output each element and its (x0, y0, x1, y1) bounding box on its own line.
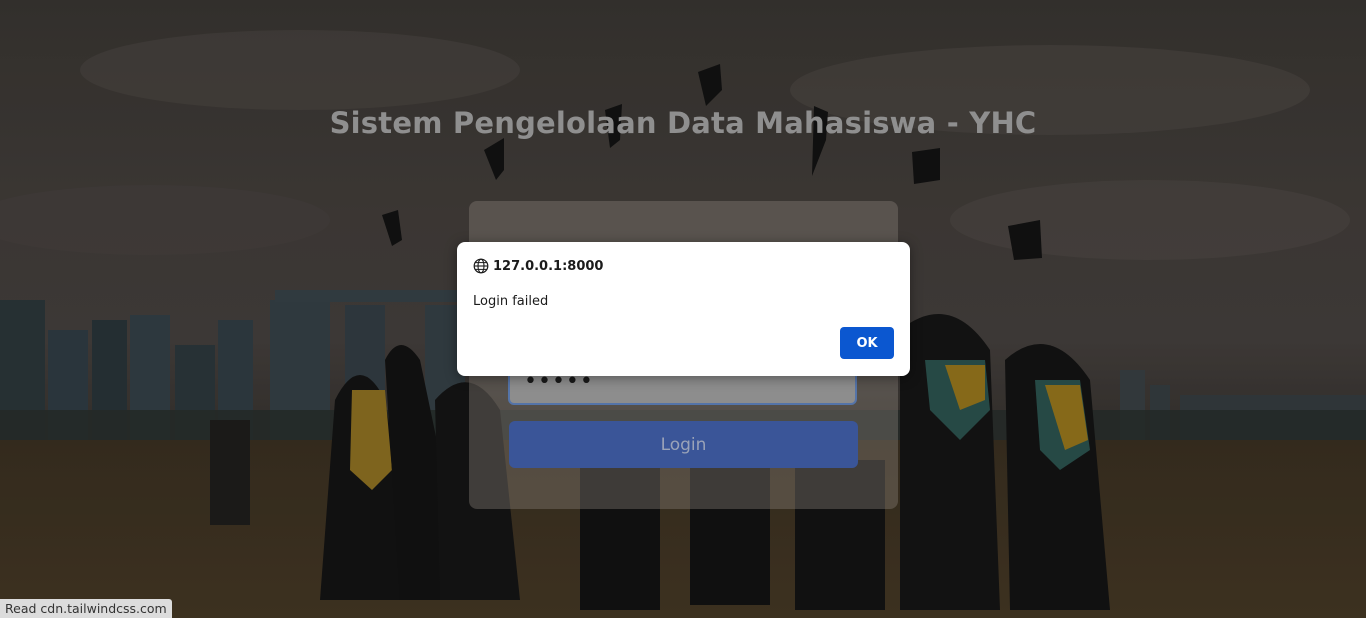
page-title: Sistem Pengelolaan Data Mahasiswa - YHC (329, 106, 1037, 140)
ok-button[interactable]: OK (840, 327, 894, 359)
login-page: Sistem Pengelolaan Data Mahasiswa - YHC … (0, 0, 1366, 618)
browser-status-bar: Read cdn.tailwindcss.com (0, 599, 172, 618)
globe-icon (473, 258, 489, 274)
alert-message: Login failed (473, 294, 549, 309)
login-button[interactable]: Login (509, 421, 858, 468)
alert-origin: 127.0.0.1:8000 (493, 258, 604, 274)
alert-dialog: 127.0.0.1:8000 Login failed OK (457, 242, 910, 376)
alert-origin-row: 127.0.0.1:8000 (473, 258, 603, 274)
